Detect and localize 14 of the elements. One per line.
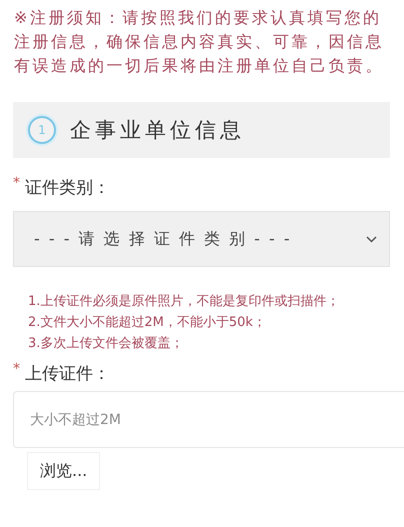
section-title: 企事业单位信息 [70, 117, 245, 144]
upload-field[interactable]: 大小不超过2M [13, 391, 404, 448]
field-label: 上传证件： [25, 363, 110, 385]
upload-rule: 1.上传证件必须是原件照片，不能是复印件或扫描件； [28, 293, 340, 311]
field-label: 证件类别： [25, 177, 110, 199]
upload-rule: 3.多次上传文件会被覆盖； [28, 335, 184, 353]
registration-notice: ※注册须知：请按照我们的要求认真填写您的注册信息，确保信息内容真实、可靠，因信息有误造成的一切后果将由注册单位自己负责。 [14, 7, 385, 77]
step-number: 1 [28, 116, 56, 144]
certificate-type-select[interactable]: - - - 请 选 择 证 件 类 别 - - - [13, 211, 390, 267]
browse-button[interactable]: 浏览... [27, 452, 100, 490]
chevron-down-icon [366, 236, 377, 242]
upload-rule: 2.文件大小不能超过2M，不能小于50k； [28, 314, 267, 332]
required-mark: * [13, 176, 20, 190]
required-mark: * [13, 362, 20, 376]
